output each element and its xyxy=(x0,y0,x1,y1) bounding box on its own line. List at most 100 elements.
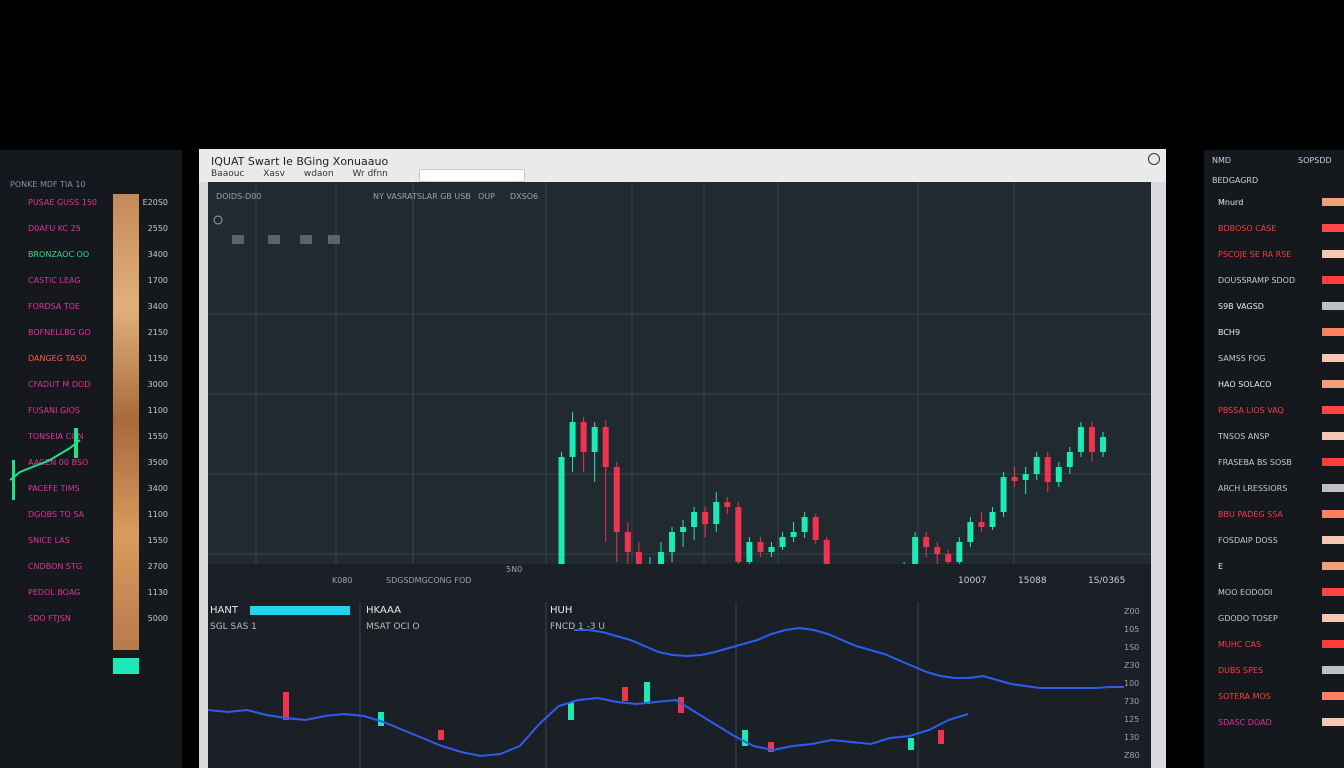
axis-tick-label: 130 xyxy=(1124,733,1139,742)
time-label: 10007 xyxy=(958,576,987,586)
right-row-label[interactable]: GDODO TOSEP xyxy=(1218,614,1278,623)
right-row-chip xyxy=(1322,276,1344,284)
right-row-label[interactable]: SOTERA MOS xyxy=(1218,692,1271,701)
right-row-label[interactable]: S9B VAGSD xyxy=(1218,302,1264,311)
right-row-label[interactable]: BDBOSO CASE xyxy=(1218,224,1276,233)
left-row-label[interactable]: BRONZAOC OO xyxy=(28,250,89,259)
candle-body xyxy=(558,457,565,582)
grid-icon[interactable] xyxy=(232,235,244,244)
right-row-label[interactable]: DUBS SPES xyxy=(1218,666,1263,675)
candle-body xyxy=(702,512,709,524)
candle-body xyxy=(746,542,753,562)
right-row-label[interactable]: TNSOS ANSP xyxy=(1218,432,1269,441)
footer-left: K080 xyxy=(332,576,353,585)
candle-body xyxy=(1077,427,1084,452)
right-row-chip xyxy=(1322,510,1344,518)
left-row-label[interactable]: PEDOL BOAG xyxy=(28,588,80,597)
left-row-label[interactable]: CASTIC LEAG xyxy=(28,276,81,285)
right-row-label[interactable]: PSCOJE SE RA RSE xyxy=(1218,250,1291,259)
right-row-chip xyxy=(1322,432,1344,440)
volume-bar xyxy=(283,692,289,720)
symbol-label: DOIDS-D00 xyxy=(216,192,261,201)
right-header: NMD xyxy=(1212,156,1232,165)
bottom-panel-name: HANT xyxy=(210,605,239,616)
right-row-chip xyxy=(1322,588,1344,596)
right-row-label[interactable]: DOUSSRAMP SDOD xyxy=(1218,276,1295,285)
right-row-label[interactable]: MOO EODODI xyxy=(1218,588,1272,597)
right-row-label[interactable]: BBU PADEG SSA xyxy=(1218,510,1283,519)
search-input[interactable] xyxy=(419,169,525,182)
right-row-label[interactable]: E xyxy=(1218,562,1223,571)
left-accent-bar xyxy=(113,658,139,674)
bar-icon[interactable] xyxy=(268,235,280,244)
candle-body xyxy=(569,422,576,457)
right-row-label[interactable]: FRASEBA BS SOSB xyxy=(1218,458,1292,467)
left-row-value: 3400 xyxy=(147,484,168,493)
right-row-chip xyxy=(1322,380,1344,388)
left-row-value: 5000 xyxy=(147,614,168,623)
header-extra2: DXSO6 xyxy=(510,192,538,201)
axis-tick-label: 105 xyxy=(1124,625,1139,634)
candle-body xyxy=(934,547,941,554)
volume-bar xyxy=(568,702,574,720)
right-row-label[interactable]: SDASC DOAD xyxy=(1218,718,1272,727)
left-row-label[interactable]: CNDBON STG xyxy=(28,562,82,571)
candle-body xyxy=(680,527,687,532)
user-icon[interactable] xyxy=(1148,153,1160,165)
right-row-label[interactable]: MUHC CAS xyxy=(1218,640,1261,649)
axis-tick-label: Z00 xyxy=(1124,607,1140,616)
right-row-label[interactable]: ARCH LRESSIORS xyxy=(1218,484,1287,493)
volume-bar xyxy=(438,730,444,740)
fx-icon[interactable] xyxy=(328,235,340,244)
left-row-value: 3000 xyxy=(147,380,168,389)
left-row-label[interactable]: PUSAE GUSS 150 xyxy=(28,198,97,207)
candle-body xyxy=(1033,457,1040,474)
candle-body xyxy=(1055,467,1062,482)
left-row-label[interactable]: CFADUT M DOD xyxy=(28,380,90,389)
left-price-column xyxy=(113,194,139,650)
left-row-label[interactable]: SDO FTJSN xyxy=(28,614,71,623)
candle-body xyxy=(713,502,720,524)
menu-item[interactable]: Wr dfnn xyxy=(353,169,388,179)
left-row-label[interactable]: FORDSA TOE xyxy=(28,302,80,311)
line-icon[interactable] xyxy=(300,235,312,244)
bottom-panel-sub: MSAT OCI O xyxy=(366,622,419,632)
menu-item[interactable]: Baaouc xyxy=(211,169,244,179)
right-row-chip xyxy=(1322,692,1344,700)
menu-item[interactable]: wdaon xyxy=(304,169,334,179)
header-extra: OUP xyxy=(478,192,495,201)
right-row-chip xyxy=(1322,640,1344,648)
right-row-label[interactable]: BCH9 xyxy=(1218,328,1240,337)
footer-mid: SDGSDMGCONG FOD xyxy=(386,576,471,585)
left-row-label[interactable]: D0AFU KC 25 xyxy=(28,224,81,233)
indicator-accent-bar xyxy=(250,606,350,615)
right-row-label[interactable]: SAMSS FOG xyxy=(1218,354,1265,363)
right-row-label[interactable]: PBSSA LIOS VAQ xyxy=(1218,406,1284,415)
axis-tick-label: Z80 xyxy=(1124,751,1140,760)
window-title: IQUAT Swart Ie BGing Xonuaauo xyxy=(211,155,389,168)
right-row-label[interactable]: FOSDAIP DOSS xyxy=(1218,536,1278,545)
candle-body xyxy=(801,517,808,532)
left-row-label[interactable]: DGOBS TO SA xyxy=(28,510,84,519)
right-subheader: BEDGAGRD xyxy=(1212,176,1259,185)
right-row-label[interactable]: HAO SOLACO xyxy=(1218,380,1271,389)
candle-body xyxy=(624,532,631,552)
menu-bar: Baaouc Xasv wdaon Wr dfnn xyxy=(211,169,404,179)
right-row-chip xyxy=(1322,224,1344,232)
left-row-label[interactable]: BOFNELLBG GO xyxy=(28,328,91,337)
left-mini-chart xyxy=(9,428,81,500)
bottom-panel-name: HKAAA xyxy=(366,605,401,616)
left-row-value: 1130 xyxy=(147,588,168,597)
axis-tick-label: 730 xyxy=(1124,697,1139,706)
left-row-label[interactable]: DANGEG TASO xyxy=(28,354,87,363)
candle-body xyxy=(735,507,742,562)
candle-body xyxy=(1066,452,1073,467)
right-row-label[interactable]: Mnurd xyxy=(1218,198,1243,207)
candle-body xyxy=(956,542,963,562)
candle-body xyxy=(1000,477,1007,512)
menu-item[interactable]: Xasv xyxy=(263,169,285,179)
main-candlestick-chart: DOIDS-D00 NY VASRATSLAR GB USB OUP DXSO6… xyxy=(208,182,1151,768)
candle-body xyxy=(1044,457,1051,482)
candle-body xyxy=(945,554,952,562)
left-row-label[interactable]: SNICE LAS xyxy=(28,536,70,545)
